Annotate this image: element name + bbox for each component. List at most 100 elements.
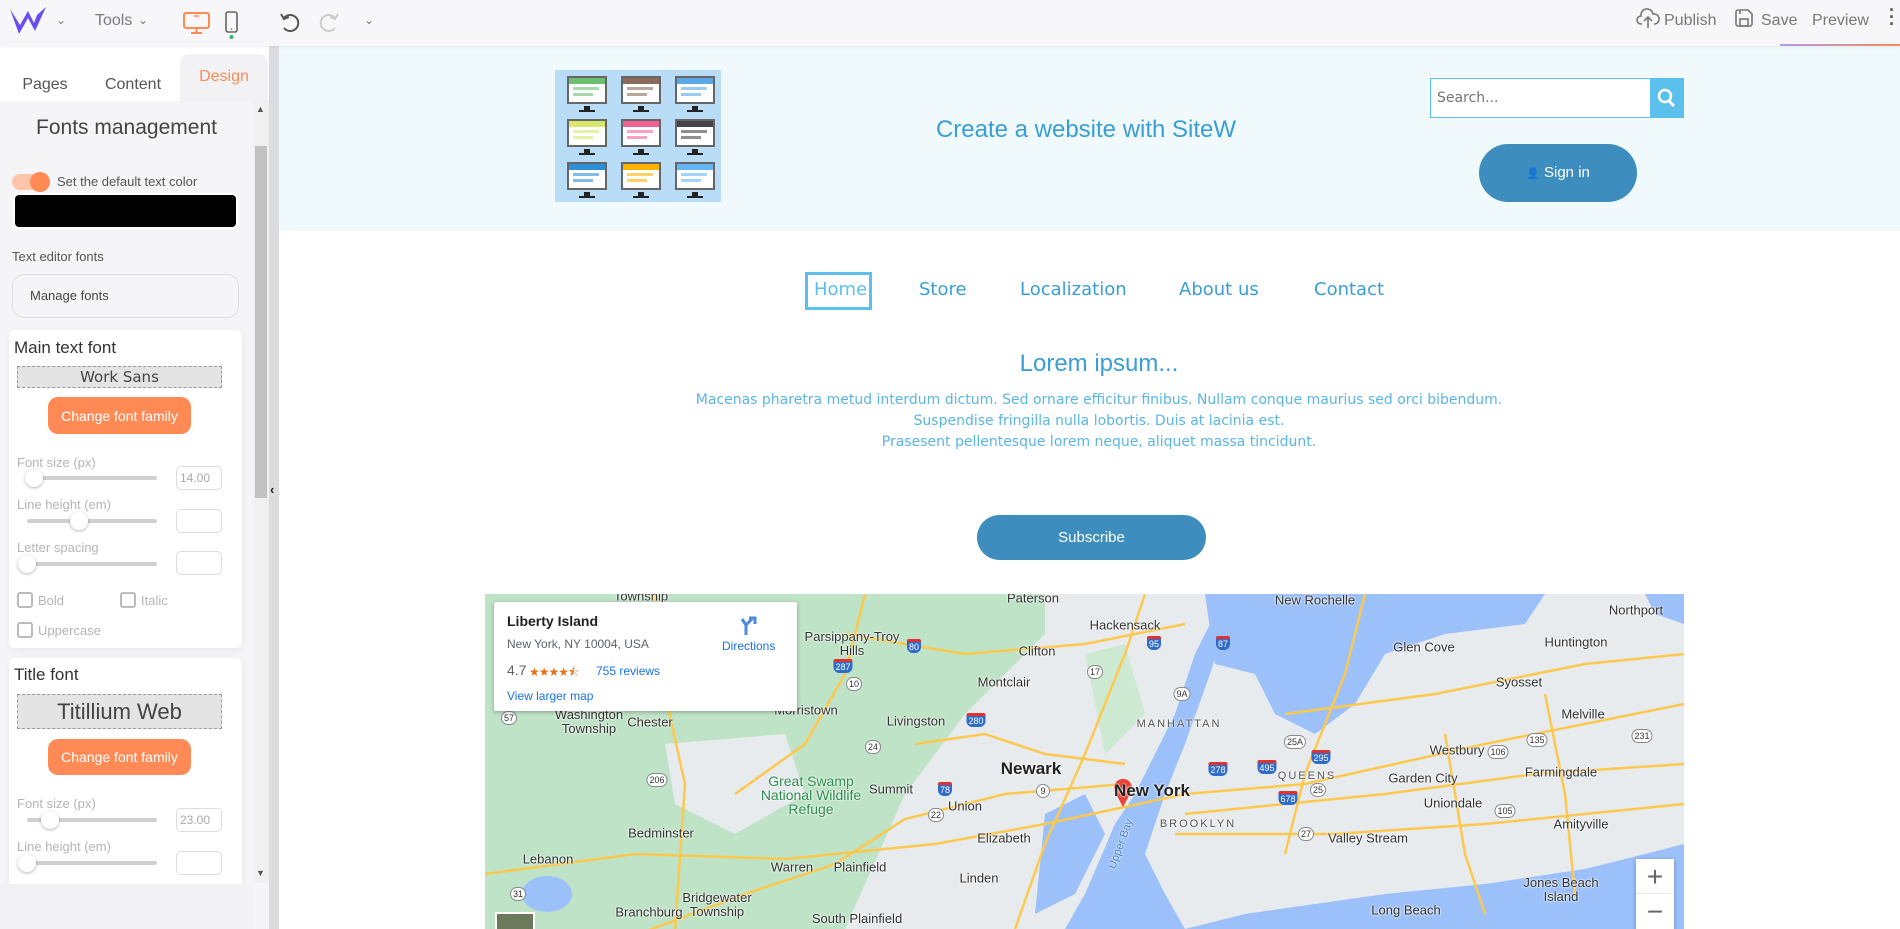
letter-spacing-label: Letter spacing [17, 540, 99, 555]
tools-menu[interactable]: Tools [95, 12, 132, 30]
default-color-toggle[interactable] [12, 172, 50, 192]
satellite-layer-toggle[interactable] [495, 912, 535, 929]
publish-button[interactable]: Publish [1664, 12, 1716, 30]
main-font-heading: Main text font [14, 338, 117, 357]
title-font-size-input[interactable]: 23.00 [176, 808, 222, 832]
slider-knob[interactable] [70, 512, 88, 530]
map-label: New York [1114, 781, 1190, 800]
logo-menu-chevron-icon[interactable]: ⌄ [56, 13, 66, 27]
tab-pages[interactable]: Pages [10, 68, 80, 108]
site-preview-canvas: Create a website with SiteW 👤 Sign in Ho… [279, 46, 1900, 929]
nav-about-us[interactable]: About us [1179, 279, 1259, 300]
title-font-preview: Titillium Web [17, 694, 222, 729]
nav-home[interactable]: Home [814, 279, 867, 300]
bold-checkbox[interactable] [17, 592, 33, 608]
change-title-font-button[interactable]: Change font family [48, 739, 191, 775]
title-font-size-slider[interactable] [27, 811, 157, 829]
nav-localization[interactable]: Localization [1020, 279, 1127, 300]
sitew-logo-icon[interactable] [10, 7, 46, 35]
sidebar-scrollbar-thumb[interactable] [255, 146, 267, 498]
site-search-input[interactable] [1430, 78, 1652, 118]
interstate-shield: 95 [1146, 636, 1162, 650]
map-label: Chester [627, 714, 673, 730]
view-larger-map-link[interactable]: View larger map [507, 689, 593, 703]
site-logo-monitors-image [555, 70, 721, 202]
map-label: Northport [1608, 602, 1664, 618]
directions-icon[interactable] [740, 615, 760, 635]
map-label: Summit [868, 781, 914, 797]
interstate-shield: 80 [906, 639, 922, 653]
desktop-view-icon[interactable] [183, 12, 210, 34]
place-rating: 4.7 [507, 662, 527, 678]
reviews-link[interactable]: 755 reviews [596, 664, 660, 678]
nav-store[interactable]: Store [919, 279, 967, 300]
map-label: Plainfield [833, 859, 887, 875]
slider-knob[interactable] [18, 555, 36, 573]
scroll-up-arrow-icon[interactable]: ▲ [256, 104, 265, 114]
save-floppy-icon[interactable] [1734, 8, 1754, 28]
map-label: South Plainfield [811, 911, 903, 926]
zoom-out-button[interactable]: − [1636, 894, 1674, 929]
main-font-size-slider[interactable] [24, 469, 157, 487]
scroll-down-arrow-icon[interactable]: ▼ [256, 868, 265, 878]
tools-chevron-icon[interactable]: ⌄ [138, 13, 148, 27]
title-line-height-slider[interactable] [18, 854, 157, 872]
route-shield: 25A [1283, 735, 1307, 749]
slider-knob[interactable] [24, 469, 43, 487]
route-shield: 27 [1297, 827, 1315, 841]
redo-icon[interactable] [318, 11, 340, 33]
main-line-height-slider[interactable] [27, 512, 157, 530]
main-font-size-label: Font size (px) [17, 455, 96, 470]
mobile-view-icon[interactable] [225, 11, 239, 41]
slider-knob[interactable] [18, 854, 36, 872]
default-color-label: Set the default text color [57, 174, 198, 189]
title-line-height-input[interactable] [176, 851, 222, 875]
letter-spacing-input[interactable] [176, 551, 222, 575]
rating-stars-icon: ★★★★⯪ [529, 665, 579, 679]
embedded-map[interactable]: 287 80 10 280 24 206 78 22 9 95 87 17 9A 278 495 295 678… [485, 594, 1684, 929]
map-label: Huntington [1544, 634, 1608, 650]
nav-contact[interactable]: Contact [1314, 279, 1384, 300]
map-label: MANHATTAN [1136, 718, 1222, 730]
subscribe-button[interactable]: Subscribe [977, 515, 1206, 560]
sidebar-footer [0, 884, 253, 929]
site-search-button[interactable] [1650, 78, 1684, 118]
tab-design[interactable]: Design [180, 54, 268, 102]
interstate-shield: 678 [1278, 791, 1298, 805]
map-label: Melville [1561, 706, 1605, 722]
map-label: Valley Stream [1328, 830, 1408, 846]
sign-in-button[interactable]: 👤 Sign in [1479, 144, 1637, 202]
interstate-shield: 495 [1257, 760, 1277, 774]
main-line-height-input[interactable] [176, 509, 222, 533]
preview-button[interactable]: Preview [1812, 12, 1869, 30]
change-main-font-button[interactable]: Change font family [48, 397, 191, 434]
manage-fonts-button[interactable]: Manage fonts [12, 274, 239, 318]
interstate-shield: 287 [833, 659, 853, 673]
sidebar-collapse-handle[interactable]: ‹ [269, 46, 279, 929]
history-chevron-icon[interactable]: ⌄ [364, 13, 374, 27]
slider-knob[interactable] [41, 811, 60, 829]
map-label: Bedminster [628, 825, 694, 841]
save-button[interactable]: Save [1761, 12, 1797, 30]
italic-checkbox[interactable] [120, 592, 136, 608]
collapse-chevron-icon[interactable]: ‹ [270, 482, 274, 497]
more-options-icon[interactable]: · · · [1889, 1, 1895, 33]
undo-icon[interactable] [279, 11, 301, 33]
main-text-font-card: Main text font Work Sans Change font fam… [9, 330, 242, 648]
map-label: Lebanon [522, 851, 574, 867]
map-label: Farmingdale [1524, 764, 1598, 780]
uppercase-checkbox[interactable] [17, 622, 33, 638]
main-font-preview: Work Sans [17, 366, 222, 388]
letter-spacing-slider[interactable] [18, 555, 157, 573]
map-label: Garden City [1388, 770, 1458, 786]
publish-cloud-upload-icon[interactable] [1636, 8, 1660, 30]
zoom-in-button[interactable]: + [1636, 859, 1674, 894]
interstate-shield: 295 [1311, 750, 1331, 764]
text-color-swatch[interactable] [13, 193, 238, 229]
directions-link[interactable]: Directions [722, 639, 775, 653]
interstate-shield: 278 [1208, 762, 1228, 776]
main-font-size-input[interactable]: 14.00 [176, 466, 222, 490]
tab-content[interactable]: Content [90, 68, 176, 108]
map-label: Elizabeth [977, 830, 1031, 846]
interstate-shield: 280 [966, 713, 986, 727]
